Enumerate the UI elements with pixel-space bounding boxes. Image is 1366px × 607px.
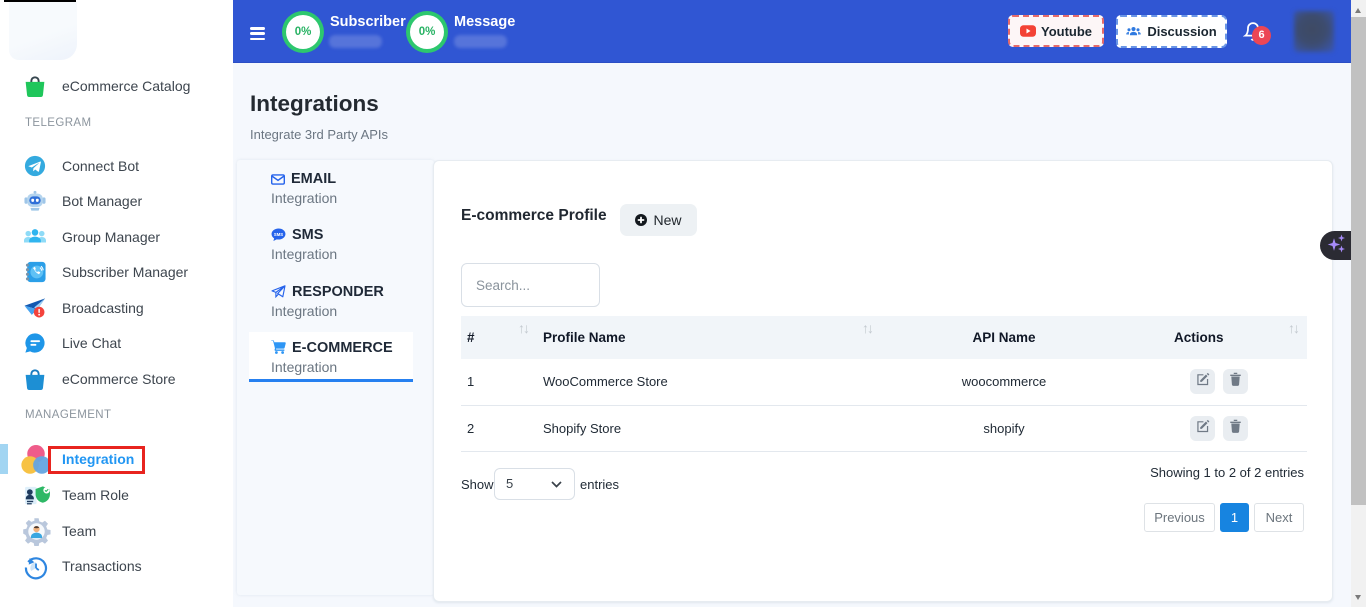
svg-text:SMS: SMS [274, 232, 283, 237]
